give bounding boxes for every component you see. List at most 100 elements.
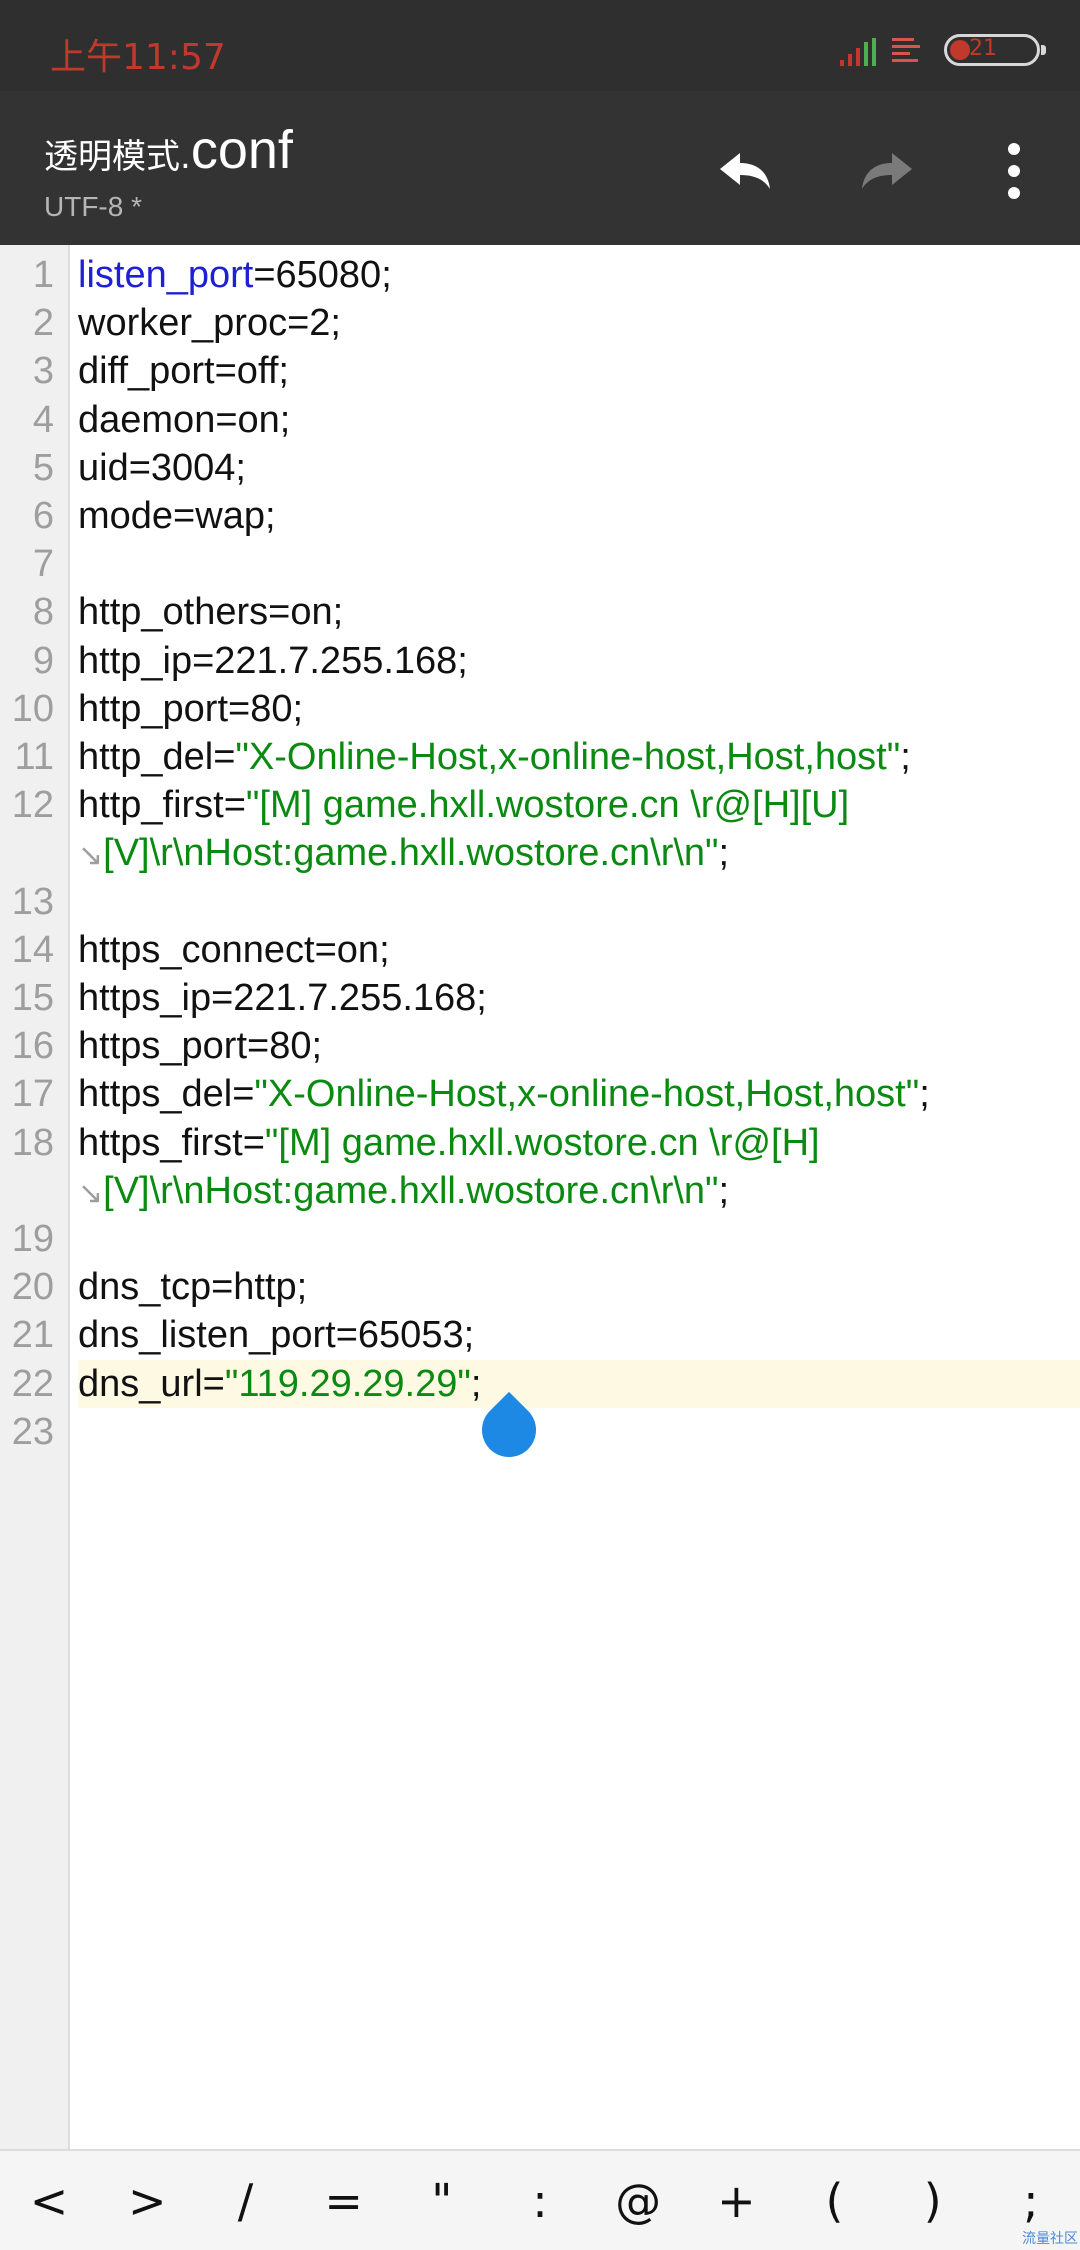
code-token: https_connect=on; [78, 929, 390, 971]
code-token: https_first= [78, 1122, 265, 1164]
string-token: "X-Online-Host,x-online-host,Host,host" [235, 736, 900, 778]
symbol-key[interactable]: > [107, 2175, 187, 2227]
code-editor[interactable]: 1234567891011121314151617181920212223 li… [0, 245, 1080, 2149]
code-token: https_del= [78, 1073, 254, 1115]
symbol-key[interactable]: ) [893, 2175, 973, 2227]
code-line[interactable]: http_port=80; [78, 685, 1080, 733]
code-line[interactable]: mode=wap; [78, 492, 1080, 540]
code-line[interactable]: http_first="[M] game.hxll.wostore.cn \r@… [78, 781, 1080, 829]
symbol-key[interactable]: ; [991, 2175, 1071, 2227]
undo-icon [710, 131, 790, 211]
file-encoding: UTF-8 * [44, 191, 142, 223]
symbol-key[interactable]: + [696, 2175, 776, 2227]
signal-icon [840, 38, 880, 66]
status-bar: 上午11:57 21 [0, 0, 1080, 91]
line-number: 3 [0, 347, 54, 395]
code-line[interactable] [78, 540, 1080, 588]
line-number: 18 [0, 1119, 54, 1167]
watermark: 流量社区 [1022, 2228, 1078, 2248]
code-line[interactable]: worker_proc=2; [78, 299, 1080, 347]
line-number: 9 [0, 637, 54, 685]
app-toolbar: 透明模式.conf UTF-8 * [0, 91, 1080, 245]
symbol-key[interactable]: / [205, 2175, 285, 2227]
symbol-key[interactable]: @ [598, 2175, 678, 2227]
line-number: 6 [0, 492, 54, 540]
code-line[interactable]: daemon=on; [78, 396, 1080, 444]
code-line[interactable]: http_others=on; [78, 588, 1080, 636]
line-number-gutter: 1234567891011121314151617181920212223 [0, 245, 70, 2149]
code-token: https_ip=221.7.255.168; [78, 977, 487, 1019]
file-name: 透明模式. [44, 137, 191, 177]
line-number: 11 [0, 733, 54, 781]
code-line[interactable]: diff_port=off; [78, 347, 1080, 395]
redo-button[interactable] [842, 131, 922, 211]
line-number: 22 [0, 1360, 54, 1408]
data-activity-icon [892, 36, 920, 66]
more-options-button[interactable] [974, 131, 1054, 211]
code-token: http_first= [78, 784, 246, 826]
code-token: mode=wap; [78, 495, 276, 537]
symbol-key[interactable]: < [9, 2175, 89, 2227]
code-line[interactable] [78, 878, 1080, 926]
code-line[interactable]: https_port=80; [78, 1022, 1080, 1070]
code-line[interactable]: uid=3004; [78, 444, 1080, 492]
code-line[interactable]: dns_url="119.29.29.29"; [78, 1360, 1080, 1408]
symbol-key[interactable]: " [402, 2175, 482, 2227]
code-line[interactable]: dns_listen_port=65053; [78, 1311, 1080, 1359]
string-token: "119.29.29.29" [225, 1363, 471, 1405]
code-line[interactable]: https_first="[M] game.hxll.wostore.cn \r… [78, 1119, 1080, 1167]
code-line[interactable]: dns_tcp=http; [78, 1263, 1080, 1311]
code-token: daemon=on; [78, 399, 290, 441]
code-line-wrap[interactable]: ↘[V]\r\nHost:game.hxll.wostore.cn\r\n"; [78, 1167, 1080, 1215]
line-number: 2 [0, 299, 54, 347]
code-line[interactable]: https_del="X-Online-Host,x-online-host,H… [78, 1070, 1080, 1118]
line-number: 20 [0, 1263, 54, 1311]
code-line[interactable] [78, 1215, 1080, 1263]
code-line[interactable]: http_del="X-Online-Host,x-online-host,Ho… [78, 733, 1080, 781]
code-line[interactable]: listen_port=65080; [78, 251, 1080, 299]
symbol-key[interactable]: ( [795, 2175, 875, 2227]
line-number: 7 [0, 540, 54, 588]
string-token: "[M] game.hxll.wostore.cn \r@[H] [265, 1122, 820, 1164]
code-line[interactable]: https_connect=on; [78, 926, 1080, 974]
line-number: 4 [0, 396, 54, 444]
code-token: =65080; [253, 254, 391, 296]
line-number: 12 [0, 781, 54, 829]
code-token: dns_listen_port=65053; [78, 1314, 474, 1356]
file-title: 透明模式.conf [44, 119, 293, 181]
battery-icon: 21 [944, 34, 1040, 66]
string-token: "[M] game.hxll.wostore.cn \r@[H][U] [246, 784, 849, 826]
line-number: 14 [0, 926, 54, 974]
code-token: http_del= [78, 736, 235, 778]
symbol-key[interactable]: : [500, 2175, 580, 2227]
line-number: 23 [0, 1408, 54, 1456]
code-token: worker_proc=2; [78, 302, 341, 344]
undo-button[interactable] [710, 131, 790, 211]
file-extension: conf [191, 120, 293, 180]
code-line[interactable]: http_ip=221.7.255.168; [78, 637, 1080, 685]
line-number: 13 [0, 878, 54, 926]
code-token: http_others=on; [78, 591, 343, 633]
code-token: http_ip=221.7.255.168; [78, 640, 468, 682]
code-line[interactable]: https_ip=221.7.255.168; [78, 974, 1080, 1022]
line-number: 16 [0, 1022, 54, 1070]
code-line-wrap[interactable]: ↘[V]\r\nHost:game.hxll.wostore.cn\r\n"; [78, 829, 1080, 877]
code-line[interactable] [78, 1408, 1080, 1456]
battery-level: 21 [969, 36, 997, 61]
code-token: ; [719, 832, 730, 874]
line-number: 15 [0, 974, 54, 1022]
symbol-key[interactable]: = [304, 2175, 384, 2227]
line-number: 1 [0, 251, 54, 299]
string-token: [V]\r\nHost:game.hxll.wostore.cn\r\n" [103, 832, 718, 874]
symbol-key-bar: < > / = ": @ + (); [0, 2149, 1080, 2250]
string-token: "X-Online-Host,x-online-host,Host,host" [254, 1073, 919, 1115]
line-number: 21 [0, 1311, 54, 1359]
line-number: 5 [0, 444, 54, 492]
line-number: 10 [0, 685, 54, 733]
code-token: ; [919, 1073, 930, 1115]
line-number: 19 [0, 1215, 54, 1263]
wrap-indicator-icon: ↘ [78, 1177, 103, 1210]
redo-icon [842, 131, 922, 211]
keyword-token: listen_port [78, 254, 253, 296]
code-token: dns_url= [78, 1363, 225, 1405]
